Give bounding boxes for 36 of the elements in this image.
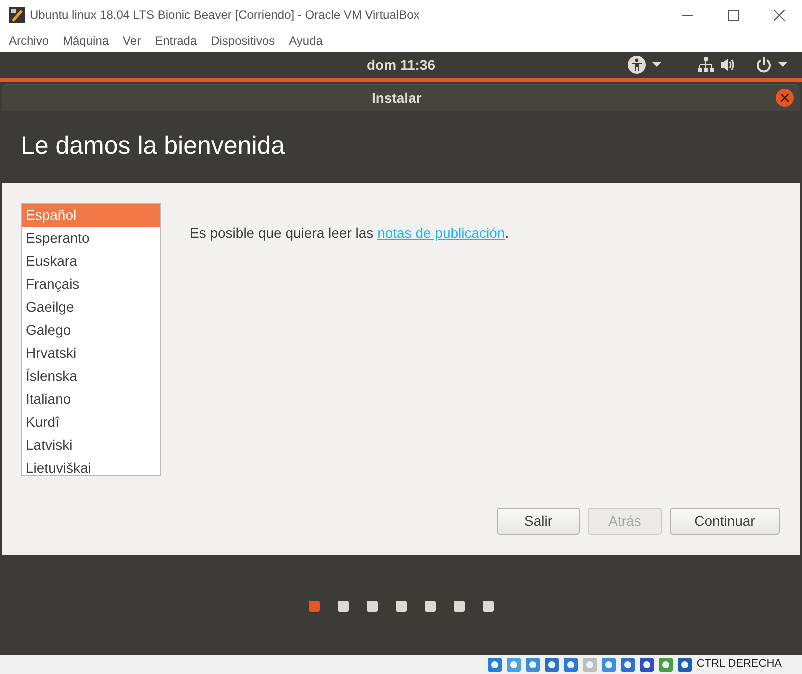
app-logo-icon bbox=[9, 7, 25, 23]
menu-item[interactable]: Ayuda bbox=[282, 32, 330, 50]
dropdown-arrow-icon[interactable] bbox=[778, 62, 788, 68]
accessibility-icon[interactable] bbox=[628, 56, 646, 74]
close-button[interactable] bbox=[776, 89, 794, 107]
menu-item[interactable]: Entrada bbox=[148, 32, 204, 50]
language-item[interactable]: Íslenska bbox=[22, 365, 160, 388]
power-icon[interactable] bbox=[756, 57, 772, 73]
language-item[interactable]: Kurdî bbox=[22, 411, 160, 434]
host-key-label: CTRL DERECHA bbox=[696, 657, 782, 672]
language-item[interactable]: Esperanto bbox=[22, 227, 160, 250]
volume-icon[interactable] bbox=[720, 57, 736, 73]
dialog-title: Instalar bbox=[372, 88, 422, 108]
clock[interactable]: dom 11:36 bbox=[367, 54, 436, 76]
language-item[interactable]: Galego bbox=[22, 319, 160, 342]
language-item[interactable]: Lietuviškai bbox=[22, 457, 160, 475]
release-notes-message: Es posible que quiera leer las notas de publicación. bbox=[190, 224, 510, 243]
menu-item[interactable]: Archivo bbox=[2, 32, 56, 50]
language-item[interactable]: Français bbox=[22, 273, 160, 296]
language-item[interactable]: Hrvatski bbox=[22, 342, 160, 365]
language-item[interactable]: Euskara bbox=[22, 250, 160, 273]
dropdown-arrow-icon[interactable] bbox=[652, 62, 662, 68]
window-title: Ubuntu linux 18.04 LTS Bionic Beaver [Corriendo] - Oracle VM VirtualBox bbox=[30, 7, 420, 24]
menu-item[interactable]: Dispositivos bbox=[204, 32, 282, 50]
wizard-button[interactable]: Salir bbox=[497, 508, 580, 535]
minimize-icon bbox=[682, 14, 692, 16]
close-icon bbox=[781, 94, 789, 102]
menu-item[interactable]: Ver bbox=[116, 32, 148, 50]
menu-item[interactable]: Máquina bbox=[56, 32, 116, 50]
close-icon bbox=[774, 10, 784, 20]
maximize-icon bbox=[728, 10, 738, 20]
page-heading: Le damos la bienvenida bbox=[21, 131, 286, 162]
language-item[interactable]: Gaeilge bbox=[22, 296, 160, 319]
language-item[interactable]: Italiano bbox=[22, 388, 160, 411]
wizard-button[interactable]: Continuar bbox=[670, 508, 780, 535]
language-item[interactable]: Latviski bbox=[22, 434, 160, 457]
